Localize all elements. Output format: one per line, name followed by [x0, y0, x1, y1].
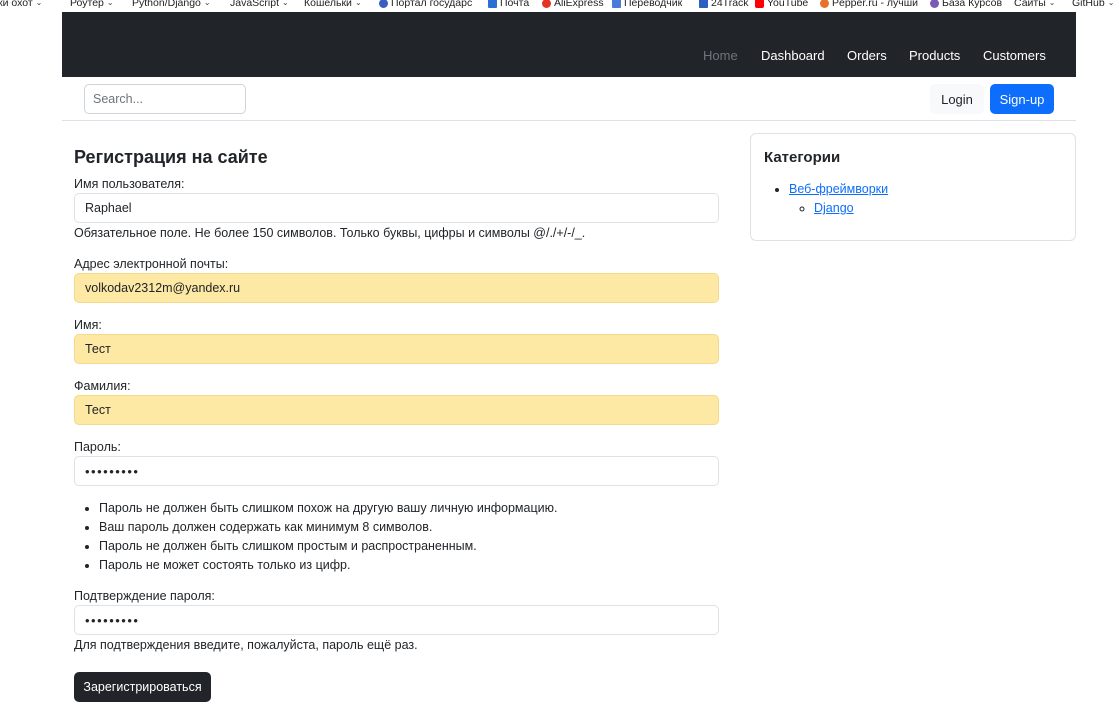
password-confirm-field[interactable] — [74, 605, 719, 635]
courses-icon — [930, 0, 939, 8]
list-item: Пароль не может состоять только из цифр. — [99, 557, 557, 576]
search-input[interactable] — [84, 84, 246, 114]
categories-card: Категории Веб-фреймворки Django — [750, 133, 1076, 241]
translate-icon — [612, 0, 621, 8]
nav-dashboard[interactable]: Dashboard — [761, 48, 825, 63]
signup-button[interactable]: Sign-up — [990, 84, 1054, 114]
bookmark-folder-python-django[interactable]: Python/Django ⌄ — [132, 0, 211, 10]
first-name-field[interactable] — [74, 334, 719, 364]
form-title: Регистрация на сайте — [74, 147, 268, 167]
bookmark-label: Сайты — [1014, 0, 1046, 9]
register-button[interactable]: Зарегистрироваться — [74, 672, 211, 702]
bookmark-label: ки охот — [0, 0, 33, 9]
password-label: Пароль: — [74, 440, 121, 454]
bookmark-folder-sites[interactable]: Сайты ⌄ — [1014, 0, 1055, 10]
list-item: Пароль не должен быть слишком простым и … — [99, 538, 557, 557]
bookmark-label: Переводчик — [624, 0, 683, 9]
chevron-down-icon: ⌄ — [1048, 0, 1056, 7]
email-label: Адрес электронной почты: — [74, 257, 229, 271]
categories-title: Категории — [764, 149, 841, 166]
nav-products[interactable]: Products — [909, 48, 960, 63]
bookmark-folder-javascript[interactable]: JavaScript ⌄ — [230, 0, 289, 10]
first-name-label: Имя: — [74, 318, 102, 332]
username-field[interactable] — [74, 193, 719, 223]
search-bar: Login Sign-up — [62, 77, 1076, 121]
nav-customers[interactable]: Customers — [983, 48, 1046, 63]
bookmark-label: GitHub — [1072, 0, 1105, 9]
chevron-down-icon: ⌄ — [354, 0, 362, 7]
track-icon — [699, 0, 708, 8]
bookmark-24track[interactable]: 24Track — [699, 0, 749, 10]
last-name-field[interactable] — [74, 395, 719, 425]
bookmark-youtube[interactable]: YouTube — [755, 0, 808, 10]
bookmark-label: Pepper.ru - лучши — [832, 0, 918, 9]
bookmark-label: Портал государс — [391, 0, 473, 9]
bookmark-label: Роутер — [70, 0, 104, 9]
bookmark-aliexpress[interactable]: AliExpress — [542, 0, 604, 10]
password-field[interactable] — [74, 456, 719, 486]
categories-list: Веб-фреймворки Django — [789, 180, 888, 218]
category-link-django[interactable]: Django — [814, 201, 854, 215]
bookmark-label: База Курсов — [942, 0, 1003, 9]
bookmark-folder-wallets[interactable]: Кошельки ⌄ — [304, 0, 362, 10]
chevron-down-icon: ⌄ — [106, 0, 114, 7]
mail-icon — [488, 0, 497, 8]
list-item: Пароль не должен быть слишком похож на д… — [99, 500, 557, 519]
list-item: Веб-фреймворки Django — [789, 180, 888, 218]
chevron-down-icon: ⌄ — [35, 0, 43, 7]
bookmark-folder-1[interactable]: ки охот ⌄ — [0, 0, 42, 10]
bookmark-mail[interactable]: Почта — [488, 0, 529, 10]
chevron-down-icon: ⌄ — [1107, 0, 1113, 7]
nav-orders[interactable]: Orders — [847, 48, 887, 63]
last-name-label: Фамилия: — [74, 379, 131, 393]
nav-home[interactable]: Home — [703, 48, 738, 63]
bookmark-label: Почта — [500, 0, 530, 9]
username-help: Обязательное поле. Не более 150 символов… — [74, 226, 586, 240]
bookmark-label: 24Track — [711, 0, 749, 9]
username-label: Имя пользователя: — [74, 177, 185, 191]
chevron-down-icon: ⌄ — [282, 0, 289, 7]
list-item: Ваш пароль должен содержать как минимум … — [99, 519, 557, 538]
bookmarks-bar: ки охот ⌄ Роутер ⌄ Python/Django ⌄ JavaScri… — [0, 0, 1113, 12]
password-confirm-label: Подтверждение пароля: — [74, 589, 215, 603]
bookmark-folder-router[interactable]: Роутер ⌄ — [70, 0, 114, 10]
pepper-icon — [820, 0, 829, 8]
bookmark-label: Кошельки — [304, 0, 352, 9]
category-link-web-frameworks[interactable]: Веб-фреймворки — [789, 182, 888, 196]
top-navbar: Home Dashboard Orders Products Customers — [62, 12, 1076, 77]
email-field[interactable] — [74, 273, 719, 303]
bookmark-folder-github[interactable]: GitHub ⌄ — [1072, 0, 1113, 10]
gosuslugi-icon — [379, 0, 388, 8]
login-button[interactable]: Login — [930, 84, 984, 114]
list-item: Django — [814, 199, 888, 218]
bookmark-translator[interactable]: Переводчик — [612, 0, 682, 10]
bookmark-label: AliExpress — [554, 0, 604, 9]
bookmark-label: YouTube — [767, 0, 809, 9]
chevron-down-icon: ⌄ — [203, 0, 211, 7]
bookmark-courses[interactable]: База Курсов — [930, 0, 1002, 10]
password-confirm-help: Для подтверждения введите, пожалуйста, п… — [74, 638, 418, 652]
subcategories-list: Django — [789, 199, 888, 218]
password-rules-list: Пароль не должен быть слишком похож на д… — [99, 500, 557, 576]
aliexpress-icon — [542, 0, 551, 8]
youtube-icon — [755, 0, 764, 8]
bookmark-gosuslugi[interactable]: Портал государс — [379, 0, 472, 10]
bookmark-pepper[interactable]: Pepper.ru - лучши — [820, 0, 918, 10]
bookmark-label: JavaScript — [230, 0, 280, 9]
bookmark-label: Python/Django — [132, 0, 201, 9]
